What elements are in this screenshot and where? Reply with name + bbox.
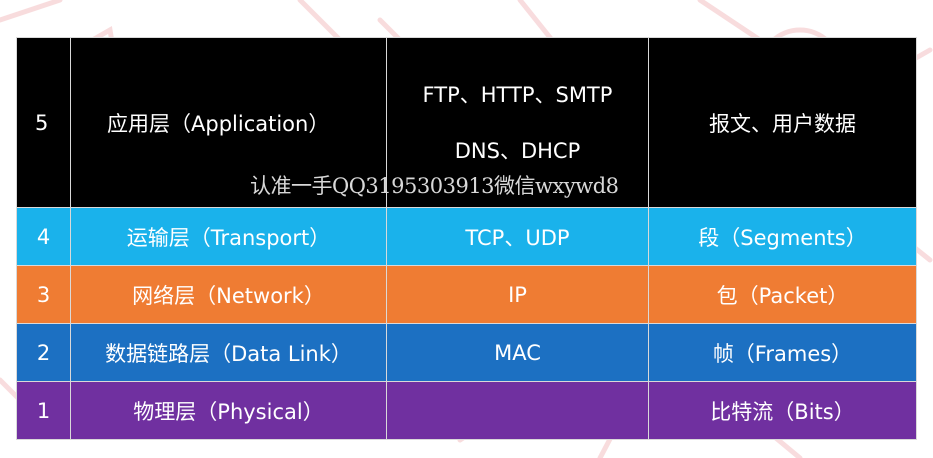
layer-number: 1 bbox=[16, 381, 71, 440]
protocol-line: FTP、HTTP、SMTP bbox=[422, 82, 613, 107]
overlay-watermark-text: 认准一手QQ3195303913微信wxywd8 bbox=[250, 174, 619, 198]
layer-data-unit: 帧（Frames） bbox=[648, 323, 917, 382]
layer-number: 2 bbox=[16, 323, 71, 382]
layer-protocols bbox=[386, 381, 649, 440]
layer-name: 物理层（Physical） bbox=[70, 381, 387, 440]
layer-row-transport: 4 运输层（Transport） TCP、UDP 段（Segments） bbox=[16, 207, 917, 266]
layer-name: 数据链路层（Data Link） bbox=[70, 323, 387, 382]
osi-layer-table: 5 应用层（Application） FTP、HTTP、SMTP DNS、DHC… bbox=[16, 37, 917, 440]
layer-number: 5 bbox=[16, 37, 71, 208]
layer-protocols: IP bbox=[386, 265, 649, 324]
layer-row-physical: 1 物理层（Physical） 比特流（Bits） bbox=[16, 381, 917, 440]
layer-data-unit: 段（Segments） bbox=[648, 207, 917, 266]
layer-protocols: MAC bbox=[386, 323, 649, 382]
layer-protocols: TCP、UDP bbox=[386, 207, 649, 266]
layer-name: 运输层（Transport） bbox=[70, 207, 387, 266]
layer-name: 网络层（Network） bbox=[70, 265, 387, 324]
layer-number: 4 bbox=[16, 207, 71, 266]
layer-data-unit: 比特流（Bits） bbox=[648, 381, 917, 440]
layer-row-data-link: 2 数据链路层（Data Link） MAC 帧（Frames） bbox=[16, 323, 917, 382]
layer-row-network: 3 网络层（Network） IP 包（Packet） bbox=[16, 265, 917, 324]
slide: 5 应用层（Application） FTP、HTTP、SMTP DNS、DHC… bbox=[0, 0, 933, 458]
layer-data-unit: 包（Packet） bbox=[648, 265, 917, 324]
layer-number: 3 bbox=[16, 265, 71, 324]
layer-data-unit: 报文、用户数据 bbox=[648, 37, 917, 208]
